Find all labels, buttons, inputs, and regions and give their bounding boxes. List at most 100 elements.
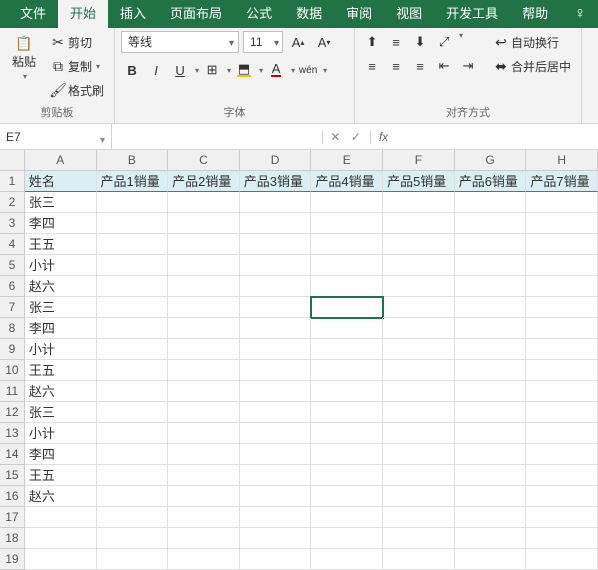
cell[interactable]: [455, 507, 527, 528]
tab-开始[interactable]: 开始: [58, 0, 108, 28]
cell[interactable]: [455, 192, 527, 213]
cell[interactable]: [455, 339, 527, 360]
cell[interactable]: [311, 297, 383, 318]
cell[interactable]: [526, 486, 598, 507]
cell[interactable]: [455, 234, 527, 255]
accept-formula-button[interactable]: ✓: [346, 130, 366, 144]
cell[interactable]: [383, 255, 455, 276]
row-header[interactable]: 11: [0, 381, 25, 402]
cell[interactable]: [168, 297, 240, 318]
cell[interactable]: [311, 276, 383, 297]
cell[interactable]: [97, 276, 169, 297]
tab-审阅[interactable]: 审阅: [334, 0, 384, 28]
phonetic-button[interactable]: wén: [297, 59, 319, 81]
cell[interactable]: [526, 402, 598, 423]
cell[interactable]: [311, 423, 383, 444]
tab-公式[interactable]: 公式: [234, 0, 284, 28]
indent-decrease-button[interactable]: ⇤: [433, 55, 455, 77]
tab-页面布局[interactable]: 页面布局: [158, 0, 234, 28]
paste-button[interactable]: 📋 粘贴 ▾: [6, 31, 42, 85]
cell[interactable]: [383, 528, 455, 549]
cell[interactable]: [168, 276, 240, 297]
tab-视图[interactable]: 视图: [384, 0, 434, 28]
cell[interactable]: [383, 444, 455, 465]
cell[interactable]: [455, 318, 527, 339]
cell[interactable]: [168, 444, 240, 465]
underline-button[interactable]: U: [169, 59, 191, 81]
tab-文件[interactable]: 文件: [8, 0, 58, 28]
row-header[interactable]: 6: [0, 276, 25, 297]
cell[interactable]: [97, 339, 169, 360]
column-header[interactable]: A: [25, 150, 97, 171]
cell[interactable]: 产品2销量: [168, 171, 240, 192]
align-bottom-button[interactable]: ⬇: [409, 31, 431, 53]
tell-me-icon[interactable]: ♀: [564, 5, 596, 23]
cell[interactable]: [240, 318, 312, 339]
cell[interactable]: 赵六: [25, 486, 97, 507]
cell[interactable]: [311, 339, 383, 360]
cell[interactable]: [455, 549, 527, 570]
cell[interactable]: 产品3销量: [240, 171, 312, 192]
cell[interactable]: [311, 528, 383, 549]
cell[interactable]: [526, 297, 598, 318]
cell[interactable]: [383, 297, 455, 318]
cell[interactable]: [311, 381, 383, 402]
cell[interactable]: [526, 234, 598, 255]
column-header[interactable]: H: [526, 150, 598, 171]
cell[interactable]: [240, 213, 312, 234]
cell[interactable]: [168, 486, 240, 507]
formula-bar[interactable]: [396, 124, 598, 150]
cell[interactable]: [168, 423, 240, 444]
cell[interactable]: [97, 192, 169, 213]
row-header[interactable]: 12: [0, 402, 25, 423]
cell[interactable]: [526, 381, 598, 402]
tab-数据[interactable]: 数据: [284, 0, 334, 28]
cell[interactable]: [240, 360, 312, 381]
row-header[interactable]: 10: [0, 360, 25, 381]
cell[interactable]: [311, 255, 383, 276]
cell[interactable]: 产品7销量: [526, 171, 598, 192]
cell[interactable]: [455, 423, 527, 444]
cell[interactable]: [383, 402, 455, 423]
row-header[interactable]: 5: [0, 255, 25, 276]
column-header[interactable]: E: [311, 150, 383, 171]
cell[interactable]: [526, 423, 598, 444]
format-painter-button[interactable]: 🖌格式刷: [46, 79, 108, 101]
cell[interactable]: [383, 192, 455, 213]
cell[interactable]: [240, 423, 312, 444]
cell[interactable]: [240, 402, 312, 423]
cell[interactable]: [240, 444, 312, 465]
cell[interactable]: [168, 465, 240, 486]
cell[interactable]: [240, 192, 312, 213]
cell[interactable]: [455, 444, 527, 465]
cell[interactable]: 张三: [25, 402, 97, 423]
cell[interactable]: [526, 360, 598, 381]
cell[interactable]: [240, 381, 312, 402]
cell[interactable]: [240, 507, 312, 528]
cell[interactable]: [526, 507, 598, 528]
cell[interactable]: [240, 465, 312, 486]
border-button[interactable]: ⊞: [201, 59, 223, 81]
cell[interactable]: [455, 486, 527, 507]
row-header[interactable]: 8: [0, 318, 25, 339]
cell[interactable]: [455, 255, 527, 276]
cell[interactable]: [97, 465, 169, 486]
cell[interactable]: 王五: [25, 360, 97, 381]
cell[interactable]: [97, 549, 169, 570]
tab-插入[interactable]: 插入: [108, 0, 158, 28]
column-header[interactable]: C: [168, 150, 240, 171]
increase-font-button[interactable]: A▴: [287, 31, 309, 53]
cell[interactable]: [383, 339, 455, 360]
tab-帮助[interactable]: 帮助: [510, 0, 560, 28]
cell[interactable]: [311, 549, 383, 570]
cell[interactable]: [526, 318, 598, 339]
cell[interactable]: 李四: [25, 318, 97, 339]
cell[interactable]: [383, 360, 455, 381]
row-header[interactable]: 19: [0, 549, 25, 570]
cell[interactable]: [383, 423, 455, 444]
cell[interactable]: [383, 507, 455, 528]
cell[interactable]: [311, 402, 383, 423]
cell[interactable]: [383, 213, 455, 234]
cell[interactable]: [311, 444, 383, 465]
cell[interactable]: [168, 549, 240, 570]
